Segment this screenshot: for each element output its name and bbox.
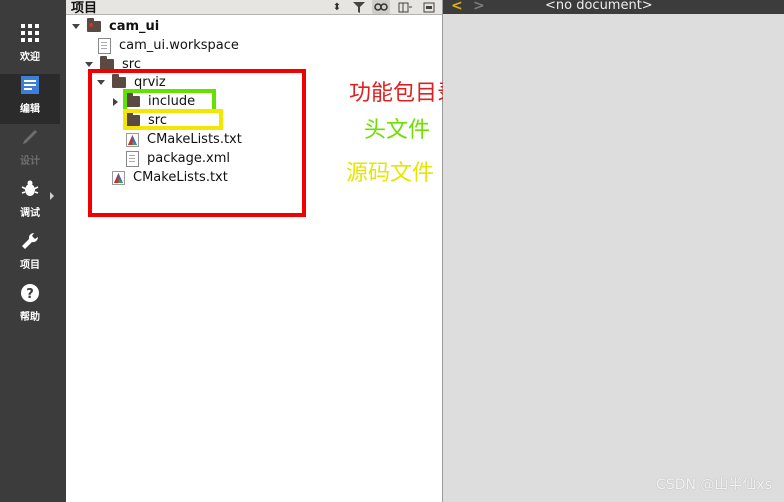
file-icon bbox=[98, 37, 111, 54]
mode-welcome[interactable]: 欢迎 bbox=[0, 22, 60, 72]
split-icon[interactable] bbox=[396, 0, 414, 14]
tree-item-project[interactable]: cam_ui bbox=[71, 17, 159, 36]
help-icon: ? bbox=[19, 282, 41, 304]
mode-projects[interactable]: 项目 bbox=[0, 230, 60, 280]
chevron-down-icon[interactable] bbox=[71, 22, 81, 32]
chevron-down-icon[interactable] bbox=[84, 60, 94, 70]
tree-item-workspace[interactable]: cam_ui.workspace bbox=[98, 36, 239, 55]
mode-label: 调试 bbox=[20, 208, 40, 219]
editor-toolbar: < > <no document> bbox=[443, 0, 784, 14]
mode-sidebar: 欢迎 编辑 设计 调试 项目 ? 帮助 bbox=[0, 0, 66, 502]
pane-title: 项目 bbox=[71, 1, 98, 16]
mode-edit[interactable]: 编辑 bbox=[0, 74, 60, 124]
tree-label: cam_ui bbox=[109, 19, 160, 34]
editor-area: < > <no document> CSDN @山半仙xs bbox=[443, 0, 784, 502]
mode-label: 欢迎 bbox=[20, 52, 40, 63]
wrench-icon bbox=[19, 230, 41, 252]
mode-help[interactable]: ? 帮助 bbox=[0, 282, 60, 332]
link-icon[interactable] bbox=[372, 0, 390, 14]
filter-icon[interactable] bbox=[350, 0, 368, 14]
pen-icon bbox=[19, 126, 41, 148]
mode-design[interactable]: 设计 bbox=[0, 126, 60, 176]
annotation-sources: 源码文件 bbox=[346, 161, 435, 186]
document-edit-icon bbox=[19, 74, 41, 96]
pane-header: 项目 ⬍ bbox=[66, 0, 442, 16]
project-folder-icon bbox=[87, 18, 101, 32]
ide-window: 欢迎 编辑 设计 调试 项目 ? 帮助 项目 ⬍ cam_ui cam_ui.w… bbox=[0, 0, 784, 502]
grid-icon bbox=[19, 22, 41, 44]
document-selector[interactable]: <no document> bbox=[545, 0, 653, 13]
annotation-headers: 头文件 bbox=[364, 118, 431, 143]
watermark: CSDN @山半仙xs bbox=[656, 477, 772, 493]
updown-icon[interactable]: ⬍ bbox=[328, 0, 346, 14]
mode-label: 编辑 bbox=[20, 104, 40, 115]
svg-text:?: ? bbox=[26, 287, 34, 302]
mode-label: 项目 bbox=[20, 260, 40, 271]
mode-label: 设计 bbox=[20, 156, 40, 167]
forward-icon[interactable]: > bbox=[473, 0, 485, 14]
src-highlight-box bbox=[123, 109, 223, 130]
close-pane-icon[interactable] bbox=[420, 0, 438, 14]
back-icon[interactable]: < bbox=[451, 0, 463, 14]
tree-label: cam_ui.workspace bbox=[119, 38, 239, 53]
bug-icon bbox=[19, 178, 41, 200]
mode-debug[interactable]: 调试 bbox=[0, 178, 60, 228]
mode-label: 帮助 bbox=[20, 312, 40, 323]
expand-arrow-icon bbox=[50, 192, 54, 200]
